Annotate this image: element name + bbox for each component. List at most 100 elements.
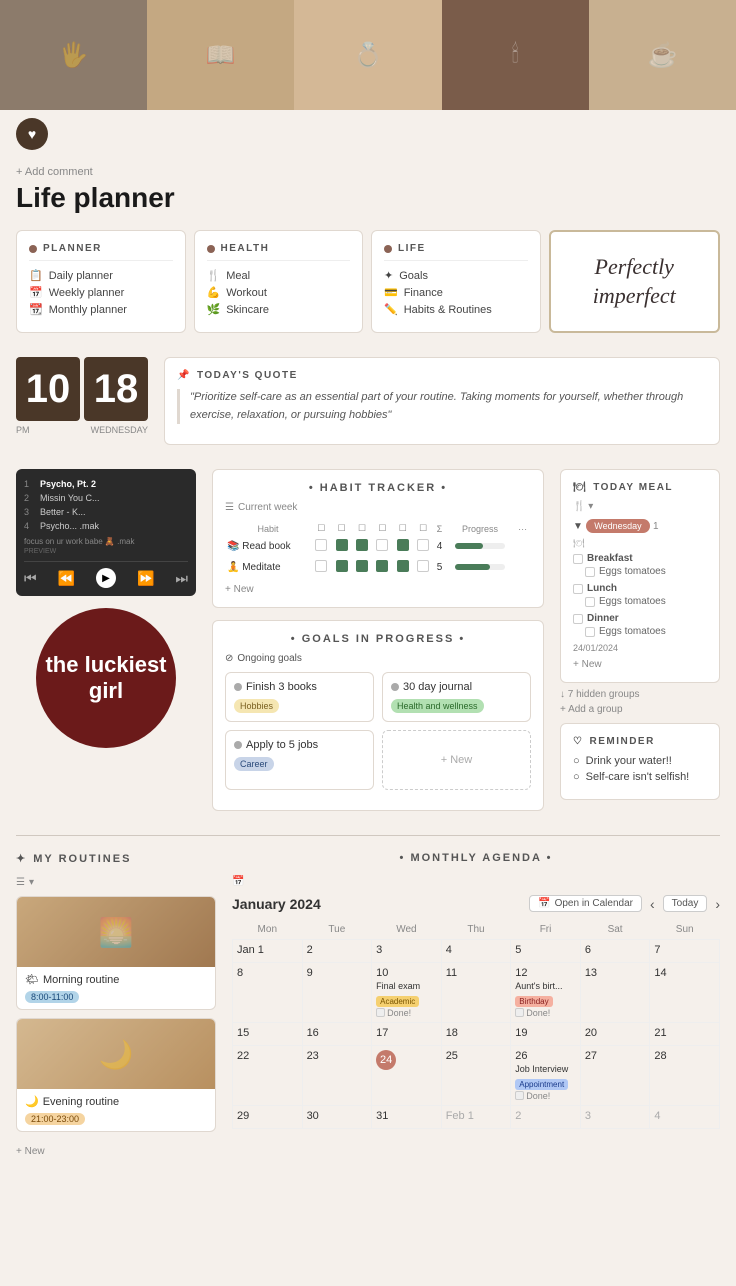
cal-day-jan30: 30 — [302, 1105, 372, 1128]
cal-day-jan12: 12 Aunt's birt... Birthday Done! — [511, 963, 581, 1023]
habit-check-r5[interactable] — [397, 539, 409, 551]
goal-new-button[interactable]: + New — [382, 730, 531, 790]
routine-evening-name: 🌙 Evening routine — [25, 1095, 207, 1108]
music-rewind-button[interactable]: ⏪ — [58, 570, 75, 587]
habit-col-d4: ☐ — [372, 521, 392, 536]
habit-check-r4[interactable] — [376, 539, 388, 551]
lunch-title: Lunch — [573, 583, 707, 594]
cal-day-jan5: 5 — [511, 940, 581, 963]
goals-grid: Finish 3 books Hobbies 30 day journal He… — [225, 672, 531, 790]
music-play-button[interactable]: ▶ — [96, 568, 116, 588]
routines-title: ✦ MY ROUTINES — [16, 852, 216, 865]
today-button[interactable]: Today — [663, 895, 708, 912]
nav-item-goals[interactable]: ✦ Goals — [384, 269, 528, 282]
routine-filter[interactable]: ☰ ▾ — [16, 877, 216, 888]
routine-morning-name: 🌤 Morning routine — [25, 973, 207, 986]
habit-check-m3[interactable] — [356, 560, 368, 572]
goal-item-journal: 30 day journal Health and wellness — [382, 672, 531, 722]
habit-check-m2[interactable] — [336, 560, 348, 572]
meal-day-row: ▼ Wednesday 1 — [573, 518, 707, 532]
reminder-title: ♡ REMINDER — [573, 736, 707, 747]
cal-day-jan31: 31 — [372, 1105, 442, 1128]
nav-item-skincare[interactable]: 🌿 Skincare — [207, 303, 351, 316]
habit-new-button[interactable]: + New — [225, 584, 531, 595]
nav-item-workout[interactable]: 💪 Workout — [207, 286, 351, 299]
breakfast-title: Breakfast — [573, 553, 707, 564]
habit-progress-read — [446, 536, 515, 557]
habit-check-r6[interactable] — [417, 539, 429, 551]
habit-col-name: Habit — [225, 521, 311, 536]
calendar-prev-button[interactable]: ‹ — [650, 896, 655, 912]
calendar-small-icon: 📅 — [232, 876, 244, 887]
luckiest-girl-text: the luckiest girl — [36, 652, 176, 705]
calendar-next-button[interactable]: › — [715, 896, 720, 912]
habit-check-m5[interactable] — [397, 560, 409, 572]
hidden-groups[interactable]: ↓ 7 hidden groups — [560, 689, 720, 700]
middle-row: 1 Psycho, Pt. 2 2 Missin You C... 3 Bett… — [16, 469, 720, 811]
habit-check-m4[interactable] — [376, 560, 388, 572]
add-group-button[interactable]: + Add a group — [560, 704, 720, 715]
cal-week-5: 29 30 31 Feb 1 2 3 4 — [233, 1105, 720, 1128]
nav-item-habits[interactable]: ✏️ Habits & Routines — [384, 303, 528, 316]
event-done-1: Done! — [376, 1008, 437, 1018]
right-column: 🍽 TODAY MEAL 🍴 ▾ ▼ Wednesday 1 🍽 Breakfa… — [560, 469, 720, 811]
meal-breakfast: Breakfast Eggs tomatoes — [573, 553, 707, 577]
add-comment-link[interactable]: + Add comment — [16, 166, 720, 178]
luckiest-girl-circle: the luckiest girl — [36, 608, 176, 748]
perfectly-imperfect-text: Perfectly imperfect — [563, 253, 707, 310]
habit-col-sum: Σ — [433, 521, 445, 536]
nav-item-monthly[interactable]: 📆 Monthly planner — [29, 303, 173, 316]
nav-item-meal[interactable]: 🍴 Meal — [207, 269, 351, 282]
cal-day-jan8: 8 — [233, 963, 303, 1023]
nav-card-planner: PLANNER 📋 Daily planner 📅 Weekly planner… — [16, 230, 186, 333]
quote-section: 📌 TODAY'S QUOTE "Prioritize self-care as… — [164, 357, 720, 445]
event-aunt-birt: Aunt's birt... — [515, 981, 576, 993]
music-next-button[interactable]: ⏭ — [175, 570, 188, 587]
routine-morning-time: 8:00-11:00 — [25, 991, 79, 1003]
nav-item-daily[interactable]: 📋 Daily planner — [29, 269, 173, 282]
hero-image-2: 📖 — [147, 0, 294, 110]
agenda-title: • MONTHLY AGENDA • — [232, 852, 720, 864]
clock-digits: 10 18 — [16, 357, 148, 421]
goal-tag-books: Hobbies — [234, 699, 279, 713]
nav-card-life: LIFE ✦ Goals 💳 Finance ✏️ Habits & Routi… — [371, 230, 541, 333]
today-indicator: 24 — [376, 1050, 396, 1070]
nav-life-title: LIFE — [384, 243, 528, 261]
open-calendar-button[interactable]: 📅 Open in Calendar — [529, 895, 642, 912]
nav-cards: PLANNER 📋 Daily planner 📅 Weekly planner… — [16, 230, 720, 333]
page-title: Life planner — [16, 182, 720, 214]
calendar-header-row: Mon Tue Wed Thu Fri Sat Sun — [233, 920, 720, 940]
today-meal: 🍽 TODAY MEAL 🍴 ▾ ▼ Wednesday 1 🍽 Breakfa… — [560, 469, 720, 683]
music-prev-button[interactable]: ⏮ — [24, 570, 37, 587]
clock-quote-row: 10 18 PM WEDNESDAY 📌 TODAY'S QUOTE "Prio… — [16, 357, 720, 453]
habit-check-r3[interactable] — [356, 539, 368, 551]
event-job-interview: Job Interview — [515, 1064, 576, 1076]
nav-item-weekly[interactable]: 📅 Weekly planner — [29, 286, 173, 299]
habit-col-d1: ☐ — [311, 521, 331, 536]
cal-day-jan14: 14 — [650, 963, 720, 1023]
meal-new-button[interactable]: + New — [573, 659, 707, 670]
routines-section: ✦ MY ROUTINES ☰ ▾ 🌅 🌤 Morning routine 8:… — [16, 852, 216, 1163]
goals-title: • GOALS IN PROGRESS • — [225, 633, 531, 645]
routine-card-evening: 🌙 🌙 Evening routine 21:00-23:00 — [16, 1018, 216, 1132]
cal-day-jan9: 9 — [302, 963, 372, 1023]
cal-day-jan24: 24 — [372, 1045, 442, 1105]
event-final-exam: Final exam — [376, 981, 437, 993]
goal-item-books: Finish 3 books Hobbies — [225, 672, 374, 722]
habit-check-m1[interactable] — [315, 560, 327, 572]
goal-filter-icon: ⊘ — [225, 653, 233, 664]
habit-check-m6[interactable] — [417, 560, 429, 572]
agenda-month: January 2024 — [232, 896, 321, 912]
habit-header-row: Habit ☐ ☐ ☐ ☐ ☐ ☐ Σ Progress ··· — [225, 521, 531, 536]
profile-bar: ♥ — [0, 110, 736, 158]
routine-new-button[interactable]: + New — [16, 1140, 216, 1163]
habit-check-r2[interactable] — [336, 539, 348, 551]
nav-item-finance[interactable]: 💳 Finance — [384, 286, 528, 299]
cal-day-jan16: 16 — [302, 1022, 372, 1045]
cal-day-jan11: 11 — [441, 963, 511, 1023]
routine-evening-info: 🌙 Evening routine 21:00-23:00 — [17, 1089, 215, 1131]
music-forward-button[interactable]: ⏩ — [137, 570, 154, 587]
cal-day-jan22: 22 — [233, 1045, 303, 1105]
music-player[interactable]: 1 Psycho, Pt. 2 2 Missin You C... 3 Bett… — [16, 469, 196, 596]
habit-check-r1[interactable] — [315, 539, 327, 551]
